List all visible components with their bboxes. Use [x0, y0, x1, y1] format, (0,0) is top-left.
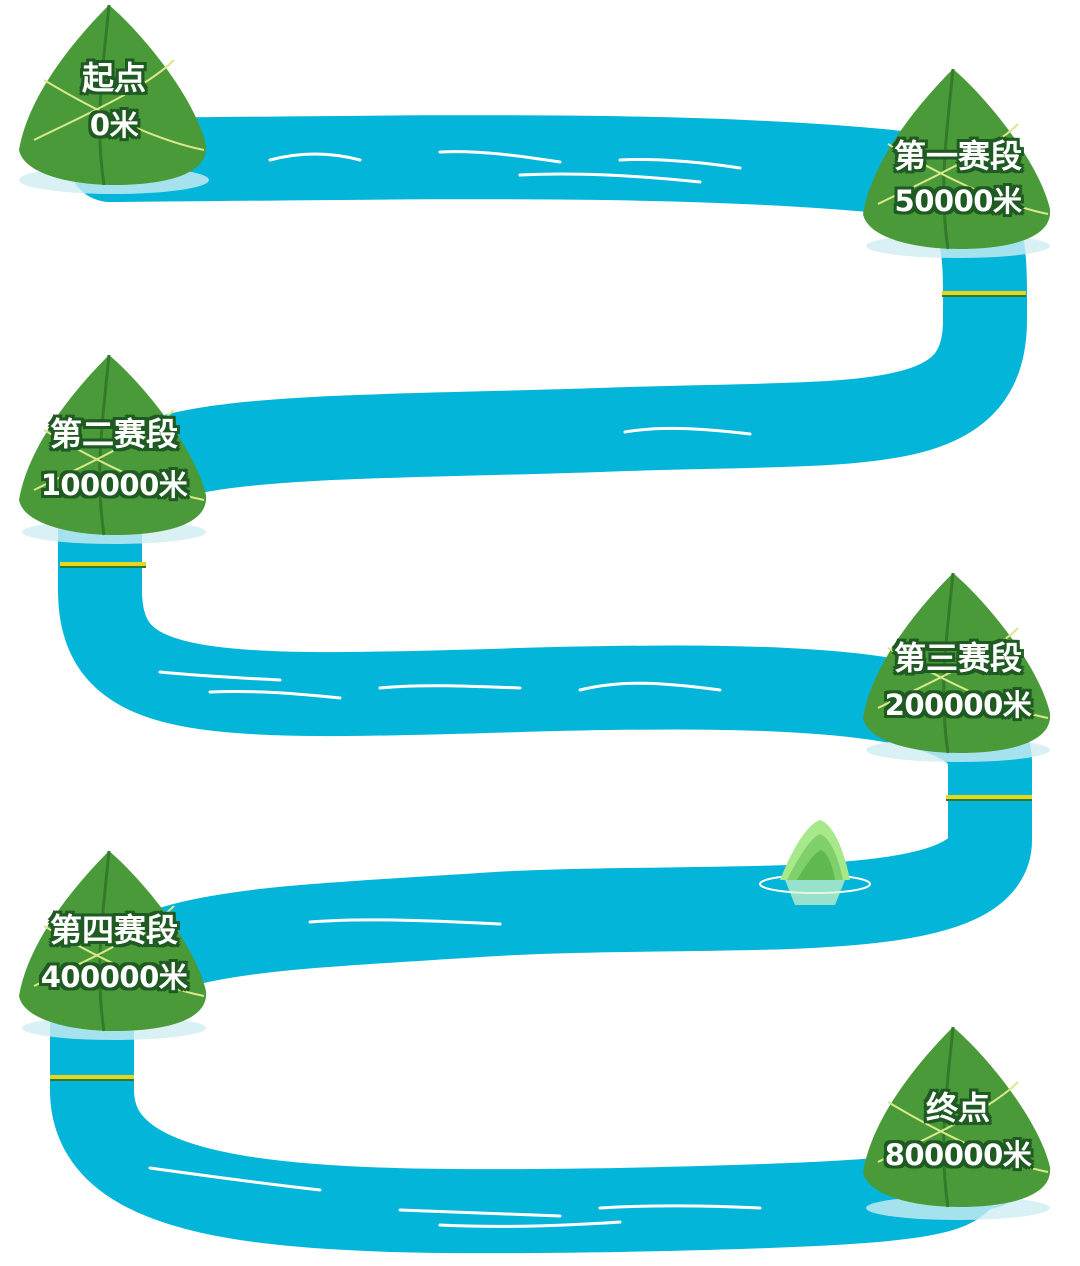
checkpoint-stage-4: 第四赛段 400000米: [14, 846, 214, 1046]
checkpoint-distance: 50000米: [894, 184, 1022, 218]
checkpoint-title: 起点: [81, 59, 146, 97]
checkpoint-distance: 800000米: [884, 1138, 1032, 1172]
checkpoint-distance: 0米: [89, 108, 139, 142]
checkpoint-title: 第三赛段: [893, 639, 1022, 677]
checkpoint-title: 终点: [925, 1089, 990, 1127]
checkpoint-stage-1: 第一赛段 50000米: [858, 64, 1058, 264]
checkpoint-title: 第四赛段: [49, 911, 178, 949]
zongzi-icon: [19, 4, 209, 194]
checkpoint-title: 第二赛段: [49, 415, 178, 453]
checkpoint-stage-2: 第二赛段 100000米: [14, 350, 214, 550]
checkpoint-finish: 终点 800000米: [858, 1022, 1058, 1232]
checkpoint-start: 起点 0米: [14, 0, 214, 210]
checkpoint-distance: 100000米: [40, 468, 188, 502]
checkpoint-stage-3: 第三赛段 200000米: [858, 568, 1058, 768]
checkpoint-distance: 200000米: [884, 688, 1032, 722]
race-route-map: 起点 0米 第一赛段 50000米 第二赛段 100000米 第三赛段 2000…: [0, 0, 1080, 1266]
river-body: [50, 115, 1032, 1254]
checkpoint-title: 第一赛段: [893, 137, 1022, 175]
checkpoint-distance: 400000米: [40, 960, 188, 994]
